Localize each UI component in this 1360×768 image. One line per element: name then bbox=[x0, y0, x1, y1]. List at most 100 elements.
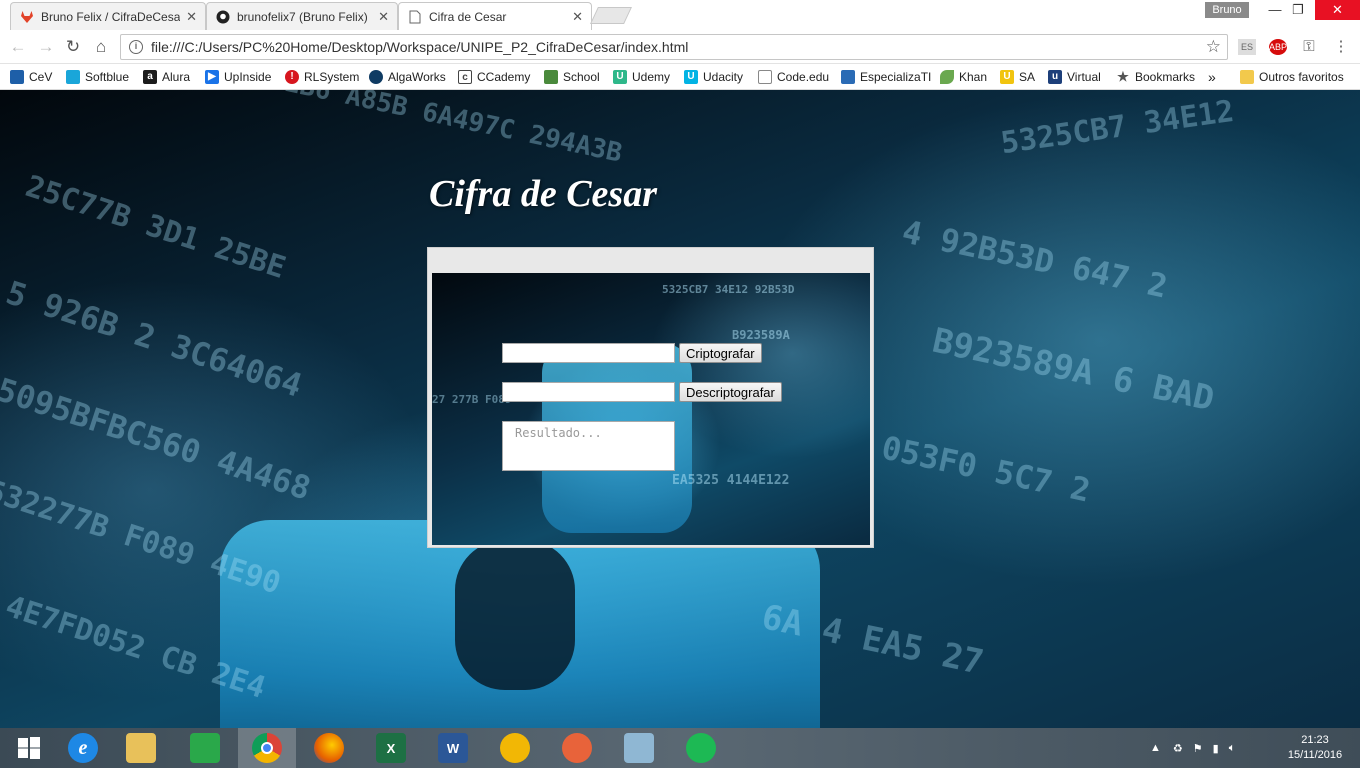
extension-icon[interactable]: ⚿ bbox=[1300, 39, 1318, 55]
other-bookmarks-folder[interactable]: Outros favoritos bbox=[1240, 68, 1344, 86]
bookmark-alura[interactable]: a Alura bbox=[143, 68, 190, 86]
new-tab-button[interactable] bbox=[590, 7, 632, 24]
taskbar-app-internet-explorer[interactable]: e bbox=[54, 728, 112, 768]
back-arrow-icon[interactable]: ← bbox=[8, 38, 28, 56]
lightbulb-icon bbox=[500, 733, 530, 763]
clock-date: 15/11/2016 bbox=[1287, 749, 1343, 761]
github-icon bbox=[215, 9, 231, 25]
folder-icon bbox=[126, 733, 156, 763]
bookmark-icon bbox=[10, 70, 24, 84]
encrypt-row: Criptografar bbox=[502, 343, 762, 363]
tab-gitlab[interactable]: Bruno Felix / CifraDeCesa ✕ bbox=[10, 2, 206, 30]
window-close-icon[interactable]: ✕ bbox=[1315, 0, 1360, 20]
bookmark-upinside[interactable]: ▶ UpInside bbox=[205, 68, 271, 86]
taskbar-app-chrome[interactable] bbox=[238, 728, 296, 768]
decrypt-button[interactable]: Descriptografar bbox=[679, 382, 782, 402]
info-icon[interactable]: i bbox=[129, 40, 143, 54]
bookmark-ccademy[interactable]: c CCademy bbox=[458, 68, 530, 86]
bookmark-udemy[interactable]: U Udemy bbox=[613, 68, 670, 86]
bookmark-icon: ! bbox=[285, 70, 299, 84]
browser-tabstrip: Bruno Felix / CifraDeCesa ✕ brunofelix7 … bbox=[0, 0, 1360, 30]
reload-icon[interactable]: ↻ bbox=[63, 38, 83, 56]
bookmark-icon bbox=[369, 70, 383, 84]
word-icon: W bbox=[438, 733, 468, 763]
maximize-icon[interactable]: ❐ bbox=[1283, 0, 1313, 20]
show-hidden-icons-icon[interactable]: ▲ bbox=[1150, 742, 1161, 754]
panel-hex-pattern: 27 277B F089 bbox=[432, 393, 512, 406]
bookmark-label: Softblue bbox=[85, 70, 130, 84]
bookmark-school[interactable]: School bbox=[544, 68, 600, 86]
tab-cifra-de-cesar[interactable]: Cifra de Cesar ✕ bbox=[398, 2, 592, 30]
bookmark-icon bbox=[66, 70, 80, 84]
profile-button[interactable]: Bruno bbox=[1205, 2, 1249, 18]
bookmark-icon: c bbox=[458, 70, 472, 84]
bookmarks-bar: CeV Softblue a Alura ▶ UpInside ! RLSystem … bbox=[0, 64, 1360, 90]
encrypt-input[interactable] bbox=[502, 343, 675, 363]
bookmark-icon: U bbox=[684, 70, 698, 84]
bookmark-icon: u bbox=[1048, 70, 1062, 84]
result-textarea[interactable] bbox=[502, 421, 675, 471]
taskbar-app-word[interactable]: W bbox=[424, 728, 482, 768]
background-hex-pattern: 5 926B 2 3C64064 bbox=[1, 273, 307, 405]
bookmark-cev[interactable]: CeV bbox=[10, 68, 52, 86]
taskbar-app-notepad[interactable] bbox=[610, 728, 668, 768]
taskbar-app-excel[interactable]: X bbox=[362, 728, 420, 768]
close-icon[interactable]: ✕ bbox=[378, 9, 389, 25]
close-icon[interactable]: ✕ bbox=[572, 9, 583, 25]
bookmark-icon: a bbox=[143, 70, 157, 84]
bookmark-label: Outros favoritos bbox=[1259, 70, 1344, 84]
bookmark-especializati[interactable]: EspecializaTI bbox=[841, 68, 931, 86]
cipher-panel: 5325CB7 34E12 92B53D B923589A 27 277B F0… bbox=[427, 247, 874, 548]
tab-title: Cifra de Cesar bbox=[429, 9, 507, 24]
address-bar[interactable]: i file:///C:/Users/PC%20Home/Desktop/Wor… bbox=[120, 34, 1228, 60]
bookmark-bookmarks[interactable]: ★ Bookmarks bbox=[1116, 68, 1195, 86]
chrome-icon bbox=[252, 733, 282, 763]
encrypt-button[interactable]: Criptografar bbox=[679, 343, 762, 363]
taskbar-app-tips[interactable] bbox=[486, 728, 544, 768]
background-lock-keyhole bbox=[455, 540, 575, 690]
bookmark-label: UpInside bbox=[224, 70, 272, 84]
store-icon bbox=[190, 733, 220, 763]
bookmark-rlsystem[interactable]: ! RLSystem bbox=[285, 68, 359, 86]
bookmark-algaworks[interactable]: AlgaWorks bbox=[369, 68, 446, 86]
bookmark-icon: U bbox=[613, 70, 627, 84]
bookmark-khan[interactable]: Khan bbox=[940, 68, 987, 86]
bookmark-label: EspecializaTI bbox=[860, 70, 932, 84]
menu-icon[interactable]: ⋮ bbox=[1332, 39, 1350, 55]
bookmark-icon bbox=[940, 70, 954, 84]
notepad-icon bbox=[624, 733, 654, 763]
flag-icon[interactable]: ⚑ bbox=[1193, 742, 1203, 755]
taskbar-app-firefox[interactable] bbox=[300, 728, 358, 768]
bookmark-virtual[interactable]: u Virtual bbox=[1048, 68, 1101, 86]
network-icon[interactable]: ▮ bbox=[1213, 742, 1219, 755]
start-button[interactable] bbox=[0, 728, 58, 768]
bookmark-softblue[interactable]: Softblue bbox=[66, 68, 129, 86]
bookmark-label: Bookmarks bbox=[1135, 70, 1196, 84]
bookmark-codeedu[interactable]: Code.edu bbox=[758, 68, 829, 86]
recycle-icon[interactable]: ♻ bbox=[1173, 742, 1183, 755]
background-hex-pattern: 5325CB7 34E12 bbox=[998, 93, 1237, 162]
volume-icon[interactable]: 🔈︎ bbox=[1229, 742, 1236, 755]
taskbar-app-file-explorer[interactable] bbox=[112, 728, 170, 768]
bookmark-label: School bbox=[563, 70, 600, 84]
bookmark-udacity[interactable]: U Udacity bbox=[684, 68, 743, 86]
taskbar-app-store[interactable] bbox=[176, 728, 234, 768]
star-icon: ★ bbox=[1117, 69, 1129, 84]
bookmark-sa[interactable]: U SA bbox=[1000, 68, 1035, 86]
page-viewport: A21B6 A85B 6A497C 294A3B 25C77B 3D1 25BE… bbox=[0, 90, 1360, 728]
page-title: Cifra de Cesar bbox=[429, 173, 657, 215]
star-icon[interactable]: ☆ bbox=[1206, 37, 1221, 57]
adblock-plus-icon[interactable]: ABP bbox=[1269, 39, 1287, 55]
taskbar-app-tool[interactable] bbox=[548, 728, 606, 768]
more-bookmarks-button[interactable]: » bbox=[1208, 68, 1216, 86]
url-text[interactable]: file:///C:/Users/PC%20Home/Desktop/Works… bbox=[151, 39, 1206, 55]
tab-github[interactable]: brunofelix7 (Bruno Felix) ✕ bbox=[206, 2, 398, 30]
home-icon[interactable]: ⌂ bbox=[91, 38, 111, 56]
gitlab-icon bbox=[19, 9, 35, 25]
forward-arrow-icon[interactable]: → bbox=[36, 38, 56, 56]
taskbar-clock[interactable]: 21:23 15/11/2016 bbox=[1285, 733, 1345, 763]
taskbar-app-spotify[interactable] bbox=[672, 728, 730, 768]
close-icon[interactable]: ✕ bbox=[186, 9, 197, 25]
decrypt-input[interactable] bbox=[502, 382, 675, 402]
translate-extension-icon[interactable]: ES bbox=[1238, 39, 1256, 55]
